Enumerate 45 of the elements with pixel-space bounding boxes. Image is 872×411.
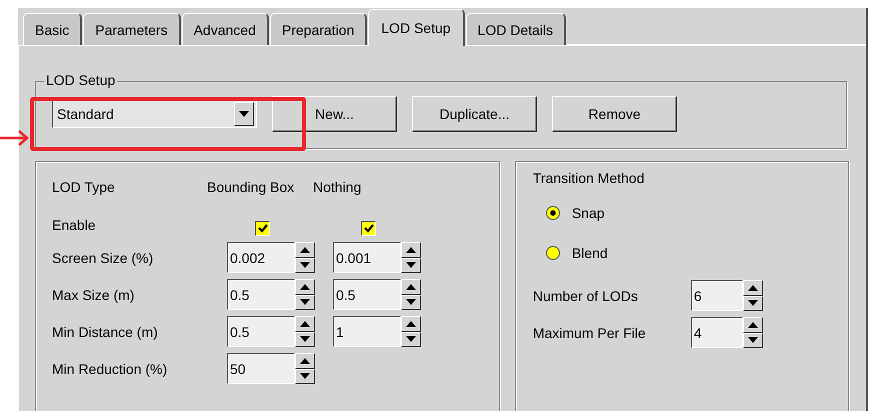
tab[interactable]: LOD Details <box>466 13 566 45</box>
field-label: Number of LODs <box>532 288 639 304</box>
spinner-arrows-icon[interactable] <box>295 353 315 384</box>
number-field[interactable]: 0.5 <box>333 279 401 310</box>
action-button[interactable]: New... <box>272 96 397 132</box>
row-label: Screen Size (%) <box>52 248 154 268</box>
radio-label[interactable]: Blend <box>572 245 608 261</box>
action-button[interactable]: Remove <box>552 96 677 132</box>
tab[interactable]: LOD Setup <box>368 9 465 46</box>
checkbox[interactable] <box>361 221 376 236</box>
arrow-icon <box>0 128 30 148</box>
row-label: Min Reduction (%) <box>52 360 168 378</box>
spinner-arrows-icon[interactable] <box>295 242 315 273</box>
radio-button[interactable] <box>546 246 560 260</box>
tab[interactable]: Advanced <box>182 13 269 45</box>
radio-label[interactable]: Snap <box>572 205 605 221</box>
spinner-arrows-icon[interactable] <box>295 316 315 347</box>
row-label: Min Distance (m) <box>52 322 159 342</box>
number-field[interactable]: 0.001 <box>333 242 401 273</box>
spinner-arrows-icon[interactable] <box>401 279 421 310</box>
number-field[interactable]: 0.5 <box>227 316 295 347</box>
profile-dropdown[interactable]: Standard <box>52 100 257 128</box>
spinner-arrows-icon[interactable] <box>401 242 421 273</box>
section-title: Transition Method <box>532 170 646 186</box>
tab[interactable]: Preparation <box>270 13 368 45</box>
spinner-arrows-icon[interactable] <box>401 316 421 347</box>
number-field[interactable]: 0.002 <box>227 242 295 273</box>
spinner-arrows-icon[interactable] <box>295 279 315 310</box>
tab[interactable]: Basic <box>23 13 82 45</box>
tab[interactable]: Parameters <box>83 13 181 45</box>
checkbox[interactable] <box>255 221 270 236</box>
radio-button[interactable] <box>546 206 560 220</box>
row-label: Max Size (m) <box>52 286 136 304</box>
row-label: Enable <box>52 216 97 235</box>
number-field[interactable]: 4 <box>690 317 743 348</box>
number-field[interactable]: 0.5 <box>227 279 295 310</box>
spinner-arrows-icon[interactable] <box>742 317 763 348</box>
group-title: LOD Setup <box>44 72 118 88</box>
column-header: Nothing <box>313 179 362 195</box>
spinner-arrows-icon[interactable] <box>742 280 763 311</box>
number-field[interactable]: 1 <box>333 316 401 347</box>
action-button[interactable]: Duplicate... <box>412 96 537 132</box>
field-label: Maximum Per File <box>532 324 647 340</box>
number-field[interactable]: 6 <box>690 280 743 311</box>
number-field[interactable]: 50 <box>227 353 295 384</box>
